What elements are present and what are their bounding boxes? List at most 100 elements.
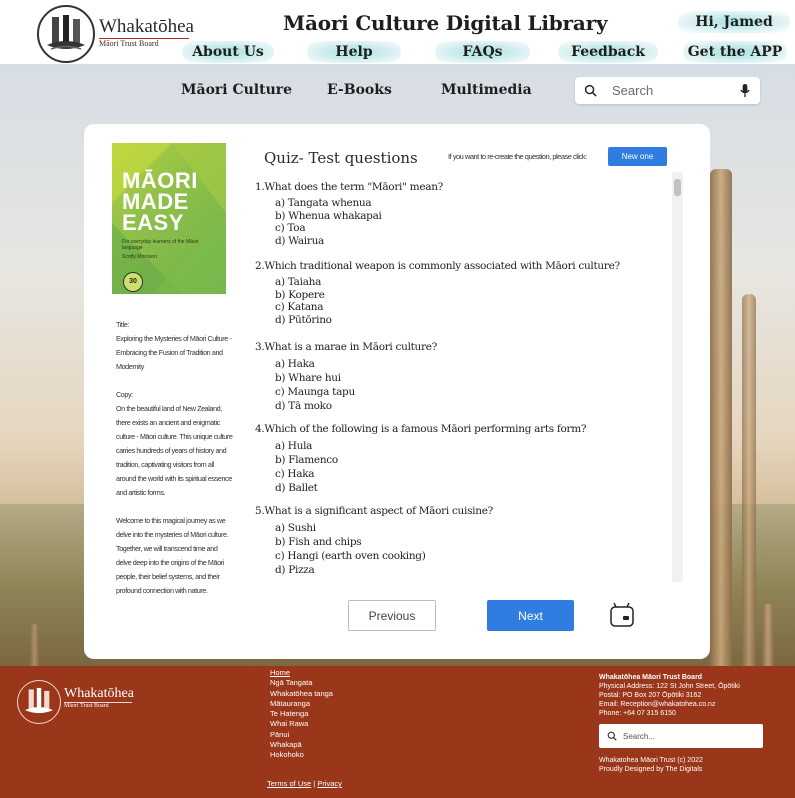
footer-contact: Whakatōhea Māori Trust Board Physical Ad… — [599, 673, 740, 718]
nav-feedback[interactable]: Feedback — [558, 41, 658, 63]
cover-badge: 30 — [123, 272, 143, 292]
microphone-icon[interactable] — [738, 83, 752, 98]
answer-option[interactable]: c) Haka — [275, 467, 670, 481]
carved-post-image — [30, 624, 39, 666]
nav-help[interactable]: Help — [307, 41, 401, 63]
search-icon[interactable] — [607, 731, 617, 741]
book-copy-label: Copy: — [116, 390, 133, 399]
footer-brand-name: Whakatōhea — [64, 686, 134, 701]
brand-subtitle: Māori Trust Board — [99, 39, 159, 48]
question-text: 2.Which traditional weapon is commonly a… — [255, 260, 620, 272]
carved-post-image — [762, 604, 774, 666]
footer-link[interactable]: Whai Rawa — [270, 719, 333, 729]
footer-email[interactable]: Email: Reception@whakatohea.co.nz — [599, 700, 740, 709]
answer-option[interactable]: a) Hula — [275, 439, 670, 453]
footer-link[interactable]: Whakatōhea tanga — [270, 689, 333, 699]
question-text: 4.Which of the following is a famous Māo… — [255, 423, 587, 435]
footer-brand-subtitle: Māori Trust Board — [64, 703, 109, 709]
answer-option[interactable]: d) Ballet — [275, 481, 670, 495]
footer-link[interactable]: Pānui — [270, 730, 333, 740]
answer-option[interactable]: a) Taiaha — [275, 276, 670, 289]
cover-title: MĀORI MADE EASY — [122, 168, 198, 235]
brand-name: Whakatōhea — [99, 16, 194, 37]
legal-separator: | — [313, 779, 316, 788]
footer-search-input[interactable] — [623, 729, 753, 743]
question-scrollbar[interactable] — [672, 172, 683, 582]
answer-option[interactable]: b) Kopere — [275, 289, 670, 302]
answer-option[interactable]: d) Pūtōrino — [275, 314, 670, 327]
footer-link[interactable]: Whakapā — [270, 740, 333, 750]
question-item: 1.What does the term "Māori" mean? a) Ta… — [255, 181, 670, 247]
answer-option[interactable]: b) Whenua whakapai — [275, 210, 670, 223]
nav-faqs[interactable]: FAQs — [435, 41, 530, 63]
terms-link[interactable]: Terms of Use — [267, 779, 311, 788]
answer-option[interactable]: d) Pizza — [275, 563, 670, 577]
carved-post-image — [742, 294, 756, 666]
carved-post-image — [710, 169, 732, 666]
footer-link[interactable]: Mātauranga — [270, 699, 333, 709]
nav-get-the-app[interactable]: Get the APP — [683, 41, 787, 63]
question-item: 5.What is a significant aspect of Māori … — [255, 505, 670, 577]
footer-link[interactable]: Te Hatenga — [270, 709, 333, 719]
footer-phone: Phone: +64 07 315 6150 — [599, 710, 676, 717]
footer-logo[interactable] — [17, 680, 61, 724]
search-icon[interactable] — [584, 84, 597, 97]
question-item: 2.Which traditional weapon is commonly a… — [255, 260, 670, 326]
footer-link[interactable]: Hokohoko — [270, 750, 333, 760]
answer-option[interactable]: a) Tangata whenua — [275, 197, 670, 210]
chatbot-icon[interactable] — [608, 601, 636, 627]
answer-option[interactable]: a) Sushi — [275, 521, 670, 535]
footer-link[interactable]: Ngā Tangata — [270, 678, 333, 688]
answer-option[interactable]: b) Whare hui — [275, 371, 670, 385]
answer-option[interactable]: b) Flamenco — [275, 453, 670, 467]
quiz-title: Quiz- Test questions — [264, 149, 418, 167]
trust-board-logo[interactable] — [37, 5, 95, 63]
footer-physical-address: Physical Address: 122 St John Street, Ōp… — [599, 683, 740, 690]
question-text: 5.What is a significant aspect of Māori … — [255, 505, 493, 517]
subnav-multimedia[interactable]: Multimedia — [441, 82, 532, 98]
footer-copyright: Whakatohea Māori Trust (c) 2022 Proudly … — [599, 756, 703, 774]
recreate-hint: If you want to re-create the question, p… — [448, 152, 587, 161]
footer-link-home[interactable]: Home — [270, 668, 333, 678]
answer-option[interactable]: c) Hangi (earth oven cooking) — [275, 549, 670, 563]
answer-option[interactable]: c) Katana — [275, 301, 670, 314]
question-text: 1.What does the term "Māori" mean? — [255, 181, 443, 193]
nav-about-us[interactable]: About Us — [182, 41, 274, 63]
footer-nav: Home Ngā Tangata Whakatōhea tanga Mātaur… — [270, 668, 333, 761]
answer-option[interactable]: d) Tā moko — [275, 399, 670, 413]
subnav-e-books[interactable]: E-Books — [327, 82, 392, 98]
site-header: Whakatōhea Māori Trust Board Māori Cultu… — [0, 0, 795, 64]
book-copy-paragraph: On the beautiful land of New Zealand, th… — [116, 404, 233, 497]
book-title-label: Title: — [116, 320, 129, 329]
scrollbar-thumb[interactable] — [674, 179, 681, 196]
footer-postal-address: Postal: PO Box 207 Ōpōtiki 3162 — [599, 692, 702, 699]
question-text: 3.What is a marae in Māori culture? — [255, 341, 437, 353]
book-description: Title: Exploring the Mysteries of Māori … — [116, 318, 234, 598]
copyright-text: Whakatohea Māori Trust (c) 2022 — [599, 757, 703, 764]
footer-org-name: Whakatōhea Māori Trust Board — [599, 674, 703, 681]
user-greeting[interactable]: Hi, Jamed — [678, 11, 790, 33]
book-cover-image[interactable]: MĀORI MADE EASY For everyday learners of… — [112, 143, 226, 294]
answer-option[interactable]: b) Fish and chips — [275, 535, 670, 549]
question-item: 4.Which of the following is a famous Māo… — [255, 423, 670, 495]
book-title: Exploring the Mysteries of Māori Culture… — [116, 334, 232, 371]
search-bar — [575, 77, 760, 104]
carving-icon — [47, 15, 85, 50]
cover-tagline: For everyday learners of the Māori langu… — [122, 239, 199, 260]
carving-icon — [24, 687, 54, 714]
answer-option[interactable]: d) Wairua — [275, 235, 670, 248]
search-input[interactable] — [612, 81, 732, 100]
book-copy-paragraph: Welcome to this magical journey as we de… — [116, 516, 229, 595]
next-button[interactable]: Next — [487, 600, 574, 631]
privacy-link[interactable]: Privacy — [317, 779, 342, 788]
answer-option[interactable]: a) Haka — [275, 357, 670, 371]
answer-option[interactable]: c) Toa — [275, 222, 670, 235]
site-title: Māori Culture Digital Library — [283, 11, 608, 35]
subnav-maori-culture[interactable]: Māori Culture — [181, 82, 292, 98]
footer-legal: Terms of Use | Privacy — [267, 779, 342, 788]
new-question-button[interactable]: New one — [608, 147, 667, 166]
previous-button[interactable]: Previous — [348, 600, 436, 631]
credit-text: Proudly Designed by The Digitals — [599, 766, 703, 773]
question-item: 3.What is a marae in Māori culture? a) H… — [255, 341, 670, 413]
answer-option[interactable]: c) Maunga tapu — [275, 385, 670, 399]
